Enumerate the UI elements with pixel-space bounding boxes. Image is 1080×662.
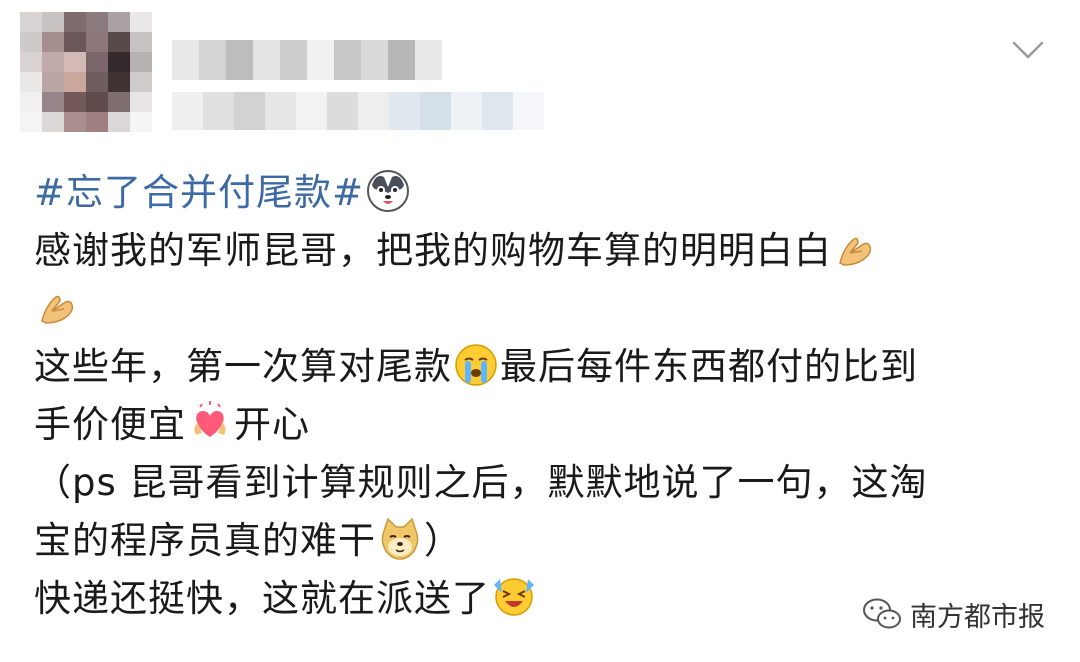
wechat-icon [862,597,902,631]
watermark-text: 南方都市报 [910,601,1045,633]
post-text: 手价便宜 [34,403,186,446]
husky-emoji [366,169,410,213]
post-text: 开心 [234,403,310,446]
post-line: 宝的程序员真的难干 ） [34,512,1044,570]
happy-tears-emoji [492,575,536,619]
post-content: #忘了合并付尾款# 感谢我的军师昆哥，把我的购物车算的明明白白 这些年，第一次算… [34,164,1044,628]
chevron-down-icon[interactable] [1010,32,1046,68]
post-line: 感谢我的军师昆哥，把我的购物车算的明明白白 [34,222,1044,280]
post-text: ） [424,519,462,562]
post-meta-blurred [172,92,544,130]
crying-face-emoji [454,343,498,387]
username-blurred[interactable] [172,40,442,80]
post-text: 这些年，第一次算对尾款 [34,345,452,388]
post-line: 这些年，第一次算对尾款 最后每件东西都付的比到 [34,338,1044,396]
pray-hands-emoji [36,285,80,329]
post-text: 宝的程序员真的难干 [34,519,376,562]
post-text: 最后每件东西都付的比到 [500,345,918,388]
heart-hands-emoji [188,401,232,445]
avatar[interactable] [20,12,152,132]
watermark: 南方都市报 [862,594,1045,634]
topic-link[interactable]: #忘了合并付尾款# [34,171,364,214]
post-line: 手价便宜 开心 [34,396,1044,454]
post-text: 感谢我的军师昆哥，把我的购物车算的明明白白 [34,229,832,272]
post-line [34,280,1044,338]
post-line: #忘了合并付尾款# [34,164,1044,222]
pray-hands-emoji [834,227,878,271]
post-text: 快递还挺快，这就在派送了 [34,577,490,620]
post-line: （ps 昆哥看到计算规则之后，默默地说了一句，这淘 [34,454,1044,512]
post-text: （ps 昆哥看到计算规则之后，默默地说了一句，这淘 [34,461,928,504]
doge-emoji [378,517,422,561]
